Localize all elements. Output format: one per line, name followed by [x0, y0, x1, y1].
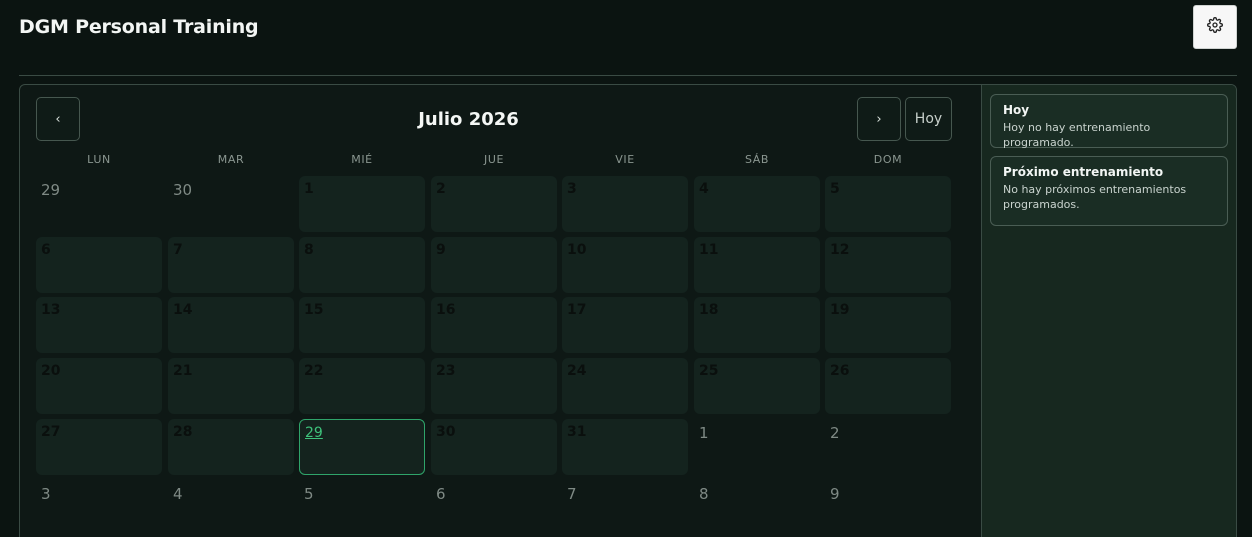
- next-training-title: Próximo entrenamiento: [1003, 165, 1164, 179]
- day-cell[interactable]: 17: [562, 297, 688, 353]
- settings-button[interactable]: [1193, 5, 1237, 49]
- day-cell[interactable]: 8: [299, 237, 425, 293]
- day-cell[interactable]: 22: [299, 358, 425, 414]
- weekday-header: DOM: [873, 153, 903, 166]
- day-cell[interactable]: 13: [36, 297, 162, 353]
- day-cell[interactable]: 4: [694, 176, 820, 232]
- day-cell[interactable]: 21: [168, 358, 294, 414]
- day-cell[interactable]: 28: [168, 419, 294, 475]
- day-cell[interactable]: 6: [431, 480, 557, 536]
- sidebar: Hoy Hoy no hay entrenamiento programado.…: [981, 85, 1236, 537]
- weekday-header: MIÉ: [351, 153, 373, 166]
- day-cell[interactable]: 3: [36, 480, 162, 536]
- day-cell[interactable]: 23: [431, 358, 557, 414]
- day-cell[interactable]: 10: [562, 237, 688, 293]
- calendar-area: ‹ Julio 2026 › Hoy LUN MAR MIÉ JUE VIE SÁB DOM…: [20, 85, 981, 537]
- day-cell[interactable]: 29: [36, 176, 162, 232]
- next-month-button[interactable]: ›: [857, 97, 901, 141]
- day-cell[interactable]: 25: [694, 358, 820, 414]
- weekday-header: LUN: [87, 153, 111, 166]
- day-cell[interactable]: 5: [825, 176, 951, 232]
- day-cell[interactable]: 26: [825, 358, 951, 414]
- day-cell[interactable]: 12: [825, 237, 951, 293]
- month-title: Julio 2026: [418, 109, 519, 130]
- day-cell[interactable]: 20: [36, 358, 162, 414]
- weekday-header: JUE: [483, 153, 505, 166]
- weekday-header: MAR: [217, 153, 245, 166]
- today-card-title: Hoy: [1003, 103, 1030, 117]
- day-cell[interactable]: 5: [299, 480, 425, 536]
- chevron-right-icon: ›: [876, 111, 882, 127]
- chevron-left-icon: ‹: [55, 111, 61, 127]
- day-cell[interactable]: 19: [825, 297, 951, 353]
- gear-icon: [1207, 16, 1223, 38]
- day-cell[interactable]: 3: [562, 176, 688, 232]
- day-cell[interactable]: 24: [562, 358, 688, 414]
- day-cell[interactable]: 9: [825, 480, 951, 536]
- header-divider: [19, 75, 1237, 76]
- day-cell-today[interactable]: 29: [299, 419, 425, 475]
- day-cell[interactable]: 4: [168, 480, 294, 536]
- day-cell[interactable]: 2: [431, 176, 557, 232]
- day-cell[interactable]: 7: [168, 237, 294, 293]
- prev-month-button[interactable]: ‹: [36, 97, 80, 141]
- day-cell[interactable]: 16: [431, 297, 557, 353]
- next-training-text: No hay próximos entrenamientos programad…: [1003, 183, 1187, 211]
- next-training-card: Próximo entrenamiento No hay próximos en…: [990, 156, 1228, 226]
- today-card-text: Hoy no hay entrenamiento programado.: [1003, 121, 1151, 149]
- day-cell[interactable]: 30: [431, 419, 557, 475]
- calendar-panel: ‹ Julio 2026 › Hoy LUN MAR MIÉ JUE VIE SÁB DOM…: [19, 84, 1237, 537]
- today-card: Hoy Hoy no hay entrenamiento programado.: [990, 94, 1228, 149]
- day-cell[interactable]: 30: [168, 176, 294, 232]
- day-cell[interactable]: 1: [694, 419, 820, 475]
- day-cell[interactable]: 7: [562, 480, 688, 536]
- day-cell[interactable]: 8: [694, 480, 820, 536]
- today-button[interactable]: Hoy: [905, 97, 952, 141]
- day-cell[interactable]: 27: [36, 419, 162, 475]
- day-cell[interactable]: 14: [168, 297, 294, 353]
- day-cell[interactable]: 18: [694, 297, 820, 353]
- day-cell[interactable]: 9: [431, 237, 557, 293]
- day-cell[interactable]: 6: [36, 237, 162, 293]
- day-cell[interactable]: 1: [299, 176, 425, 232]
- day-cell[interactable]: 2: [825, 419, 951, 475]
- app-title: DGM Personal Training: [19, 16, 259, 38]
- day-cell[interactable]: 31: [562, 419, 688, 475]
- day-cell[interactable]: 15: [299, 297, 425, 353]
- day-cell[interactable]: 11: [694, 237, 820, 293]
- weekday-header: VIE: [615, 153, 635, 166]
- weekday-header: SÁB: [744, 153, 770, 166]
